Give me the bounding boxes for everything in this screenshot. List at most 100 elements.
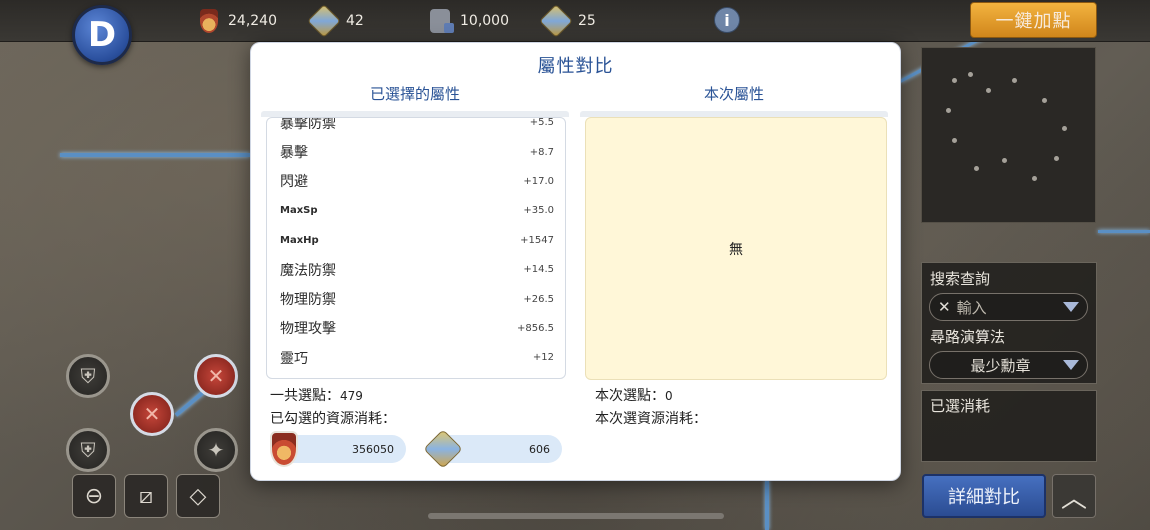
skill-node-sword-active[interactable]: ✕ bbox=[130, 392, 174, 436]
minimap-node bbox=[986, 88, 991, 93]
list-item: 物理防禦 +26.5 bbox=[267, 284, 565, 313]
skill-node-sword-active[interactable]: ✕ bbox=[194, 354, 238, 398]
total-points: 一共選點：479 bbox=[270, 385, 363, 405]
chevron-down-icon bbox=[1063, 302, 1079, 312]
back-icon: D bbox=[87, 15, 117, 55]
minimap-node bbox=[1002, 158, 1007, 163]
connection-line bbox=[765, 480, 769, 530]
detail-compare-button[interactable]: 詳細對比 bbox=[922, 474, 1046, 518]
selected-attributes-header: 已選擇的屬性 bbox=[369, 85, 460, 103]
checked-cost: 已勾選的資源消耗： bbox=[270, 408, 396, 428]
selected-cost-panel: 已選消耗 bbox=[921, 390, 1097, 462]
attr-value: +35.0 bbox=[523, 205, 554, 217]
zoom-out-button[interactable]: ⊖ bbox=[72, 474, 116, 518]
connection-line bbox=[60, 153, 250, 157]
current-attributes-panel: 無 bbox=[585, 117, 887, 380]
attr-name: MaxSp bbox=[280, 205, 318, 217]
attr-name: MaxHp bbox=[280, 234, 319, 246]
cost-medal-pill: 356050 bbox=[270, 431, 406, 467]
list-item: 魔法防禦 +14.5 bbox=[267, 255, 565, 284]
skill-node-shield[interactable]: ⛨ bbox=[66, 428, 110, 472]
attr-name: 物理攻擊 bbox=[280, 321, 336, 338]
cost-gem-pill: 606 bbox=[423, 429, 562, 469]
attr-name: 暴擊 bbox=[280, 145, 308, 162]
attr-value: +8.7 bbox=[529, 146, 554, 158]
connection-line bbox=[1098, 230, 1150, 233]
list-item: MaxHp +1547 bbox=[267, 226, 565, 255]
collapse-up-button[interactable]: ︿ bbox=[1052, 474, 1096, 518]
total-points-value: 479 bbox=[340, 389, 363, 403]
list-item: 暴擊防禦 +5.5 bbox=[267, 117, 565, 137]
locked-medal-icon bbox=[430, 9, 454, 33]
cost-gem-value: 606 bbox=[529, 442, 550, 456]
minimap-node bbox=[974, 166, 979, 171]
attr-value: +5.5 bbox=[529, 117, 554, 129]
current-points-value: 0 bbox=[665, 389, 673, 403]
algo-select[interactable]: 最少勳章 bbox=[929, 351, 1088, 379]
home-indicator bbox=[428, 513, 724, 519]
resource-medal-value: 24,240 bbox=[228, 13, 277, 29]
attr-name: 物理防禦 bbox=[280, 292, 336, 309]
attribute-compare-dialog: 屬性對比 已選擇的屬性 本次屬性 暴擊防禦 +5.5 暴擊 +8.7 閃避 +17.0… bbox=[250, 42, 901, 481]
minimap-node bbox=[952, 78, 957, 83]
algo-label: 尋路演算法 bbox=[930, 328, 1006, 346]
minimap-node bbox=[1054, 156, 1059, 161]
minimap-node bbox=[968, 72, 973, 77]
minimap[interactable] bbox=[921, 47, 1096, 223]
resource-locked-gem-value: 25 bbox=[578, 13, 596, 29]
list-item: 物理攻擊 +856.5 bbox=[267, 314, 565, 343]
list-item: 暴擊 +8.7 bbox=[267, 137, 565, 166]
search-clear-icon[interactable]: ✕ bbox=[938, 298, 951, 316]
current-points-label: 本次選點： bbox=[595, 388, 665, 404]
search-input[interactable]: ✕ 輸入 bbox=[929, 293, 1088, 321]
info-icon: i bbox=[724, 10, 730, 30]
minimap-node bbox=[1062, 126, 1067, 131]
route-icon: ◇ bbox=[189, 483, 207, 509]
algo-value: 最少勳章 bbox=[970, 356, 1031, 375]
minimap-node bbox=[1012, 78, 1017, 83]
auto-assign-button[interactable]: 一鍵加點 bbox=[970, 2, 1097, 38]
attr-value: +12 bbox=[532, 352, 554, 364]
minimap-node bbox=[1032, 176, 1037, 181]
resource-locked-medal: 10,000 bbox=[430, 6, 509, 36]
list-item: 閃避 +17.0 bbox=[267, 167, 565, 196]
attr-value: +26.5 bbox=[523, 293, 554, 305]
resource-gem-value: 42 bbox=[346, 13, 364, 29]
search-placeholder: 輸入 bbox=[956, 298, 987, 317]
back-button[interactable]: D bbox=[72, 5, 132, 65]
skill-node-shield[interactable]: ⛨ bbox=[66, 354, 110, 398]
search-panel: 搜索查詢 ✕ 輸入 尋路演算法 最少勳章 bbox=[921, 262, 1097, 384]
attr-name: 魔法防禦 bbox=[280, 262, 336, 279]
chevron-up-icon: ︿ bbox=[1060, 483, 1087, 514]
chevron-down-icon bbox=[1063, 360, 1079, 370]
dialog-title: 屬性對比 bbox=[537, 56, 614, 77]
minimap-node bbox=[1042, 98, 1047, 103]
resource-locked-gem: 25 bbox=[539, 4, 596, 38]
selected-attributes-list[interactable]: 暴擊防禦 +5.5 暴擊 +8.7 閃避 +17.0 MaxSp +35.0 MaxHp… bbox=[266, 117, 566, 379]
checked-cost-label: 已勾選的資源消耗： bbox=[270, 411, 396, 427]
list-item: 靈巧 +12 bbox=[267, 343, 565, 372]
current-cost-label: 本次選資源消耗： bbox=[595, 411, 707, 427]
minimap-node bbox=[946, 108, 951, 113]
info-button[interactable]: i bbox=[714, 7, 740, 33]
empty-text: 無 bbox=[729, 241, 743, 258]
route-button[interactable]: ◇ bbox=[176, 474, 220, 518]
gem-icon bbox=[423, 429, 463, 469]
medal-icon bbox=[270, 431, 298, 467]
attr-value: +1547 bbox=[520, 234, 554, 246]
zoom-out-icon: ⊖ bbox=[84, 483, 104, 509]
current-points: 本次選點：0 bbox=[595, 385, 673, 405]
skill-node-star[interactable]: ✦ bbox=[194, 428, 238, 472]
resource-medal: 24,240 bbox=[200, 6, 277, 36]
locked-gem-icon bbox=[539, 4, 573, 38]
attr-name: 閃避 bbox=[280, 174, 308, 191]
attr-value: +856.5 bbox=[516, 322, 554, 334]
list-item: MaxSp +35.0 bbox=[267, 196, 565, 225]
reset-path-button[interactable]: ⧄ bbox=[124, 474, 168, 518]
current-cost: 本次選資源消耗： bbox=[595, 408, 707, 428]
resource-locked-medal-value: 10,000 bbox=[460, 13, 509, 29]
total-points-label: 一共選點： bbox=[270, 388, 340, 404]
search-label: 搜索查詢 bbox=[930, 270, 991, 288]
slash-icon: ⧄ bbox=[139, 483, 153, 509]
minimap-node bbox=[952, 138, 957, 143]
